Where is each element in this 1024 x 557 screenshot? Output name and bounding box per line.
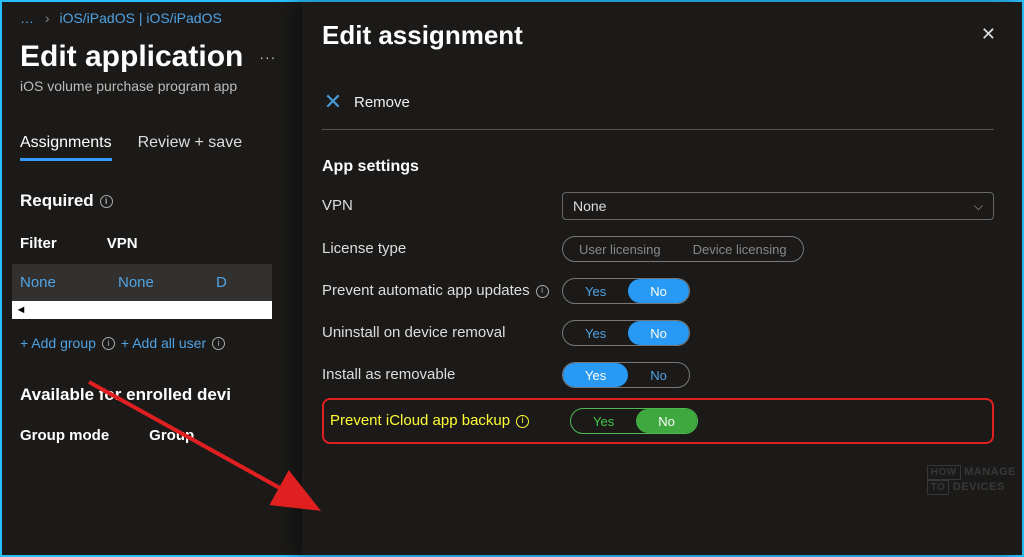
col-vpn: VPN bbox=[107, 235, 138, 252]
remove-button[interactable]: ✕ Remove bbox=[322, 91, 994, 130]
prevent-icloud-toggle[interactable]: Yes No bbox=[570, 408, 698, 434]
license-type-toggle[interactable]: User licensing Device licensing bbox=[562, 236, 804, 262]
add-all-users-link[interactable]: + Add all user bbox=[121, 335, 206, 351]
tabs: Assignments Review + save bbox=[20, 134, 302, 161]
available-header: Available for enrolled devi bbox=[20, 385, 302, 405]
col-filter: Filter bbox=[20, 235, 57, 252]
toggle-yes[interactable]: Yes bbox=[563, 363, 628, 387]
prevent-icloud-label: Prevent iCloud app backup i bbox=[330, 411, 570, 431]
install-removable-toggle[interactable]: Yes No bbox=[562, 362, 690, 388]
chevron-right-icon: › bbox=[45, 10, 50, 26]
info-icon[interactable]: i bbox=[100, 195, 113, 208]
toggle-yes[interactable]: Yes bbox=[563, 279, 628, 303]
info-icon[interactable]: i bbox=[536, 285, 549, 298]
remove-label: Remove bbox=[354, 94, 410, 111]
more-icon[interactable]: ··· bbox=[259, 49, 276, 65]
uninstall-removal-label: Uninstall on device removal bbox=[322, 323, 562, 343]
page-title: Edit application bbox=[20, 40, 243, 74]
breadcrumb-segment[interactable]: iOS/iPadOS | iOS/iPadOS bbox=[59, 10, 221, 26]
toggle-yes[interactable]: Yes bbox=[571, 409, 636, 433]
vpn-value: None bbox=[573, 198, 606, 214]
scrollbar[interactable]: ◄ bbox=[12, 301, 272, 319]
close-icon[interactable]: ✕ bbox=[981, 24, 996, 45]
chevron-down-icon: ⌵ bbox=[974, 199, 983, 214]
license-device[interactable]: Device licensing bbox=[677, 237, 803, 261]
scroll-left-icon[interactable]: ◄ bbox=[12, 301, 30, 319]
watermark: HOW MANAGE TO DEVICES bbox=[927, 465, 1016, 495]
install-removable-label: Install as removable bbox=[322, 365, 562, 385]
toggle-no[interactable]: No bbox=[628, 321, 689, 345]
toggle-no[interactable]: No bbox=[628, 279, 689, 303]
col-group: Group bbox=[149, 427, 194, 444]
prevent-updates-toggle[interactable]: Yes No bbox=[562, 278, 690, 304]
info-icon[interactable]: i bbox=[102, 337, 115, 350]
required-header: Required i bbox=[20, 191, 302, 211]
info-icon[interactable]: i bbox=[212, 337, 225, 350]
prevent-updates-label: Prevent automatic app updates i bbox=[322, 281, 562, 301]
table-row[interactable]: None None D bbox=[12, 264, 272, 301]
tab-assignments[interactable]: Assignments bbox=[20, 134, 112, 161]
breadcrumb[interactable]: … › iOS/iPadOS | iOS/iPadOS bbox=[20, 10, 302, 26]
remove-x-icon: ✕ bbox=[322, 91, 344, 113]
app-settings-header: App settings bbox=[322, 158, 994, 176]
cell-filter[interactable]: None bbox=[20, 274, 68, 291]
prevent-icloud-highlight: Prevent iCloud app backup i Yes No bbox=[322, 398, 994, 444]
toggle-no[interactable]: No bbox=[628, 363, 689, 387]
info-icon[interactable]: i bbox=[516, 415, 529, 428]
cell-vpn[interactable]: None bbox=[118, 274, 166, 291]
vpn-dropdown[interactable]: None ⌵ bbox=[562, 192, 994, 220]
add-group-link[interactable]: + Add group bbox=[20, 335, 96, 351]
vpn-label: VPN bbox=[322, 196, 562, 216]
required-table: Filter VPN None None D ◄ bbox=[20, 235, 302, 319]
uninstall-removal-toggle[interactable]: Yes No bbox=[562, 320, 690, 346]
col-group-mode: Group mode bbox=[20, 427, 109, 444]
panel-title: Edit assignment bbox=[322, 20, 994, 51]
tab-review-save[interactable]: Review + save bbox=[138, 134, 243, 161]
license-user[interactable]: User licensing bbox=[563, 237, 677, 261]
toggle-no[interactable]: No bbox=[636, 409, 697, 433]
breadcrumb-more[interactable]: … bbox=[20, 10, 35, 26]
toggle-yes[interactable]: Yes bbox=[563, 321, 628, 345]
license-type-label: License type bbox=[322, 239, 562, 259]
cell-more[interactable]: D bbox=[216, 274, 264, 291]
edit-assignment-panel: Edit assignment ✕ ✕ Remove App settings … bbox=[302, 2, 1022, 555]
page-subtitle: iOS volume purchase program app bbox=[20, 78, 302, 94]
